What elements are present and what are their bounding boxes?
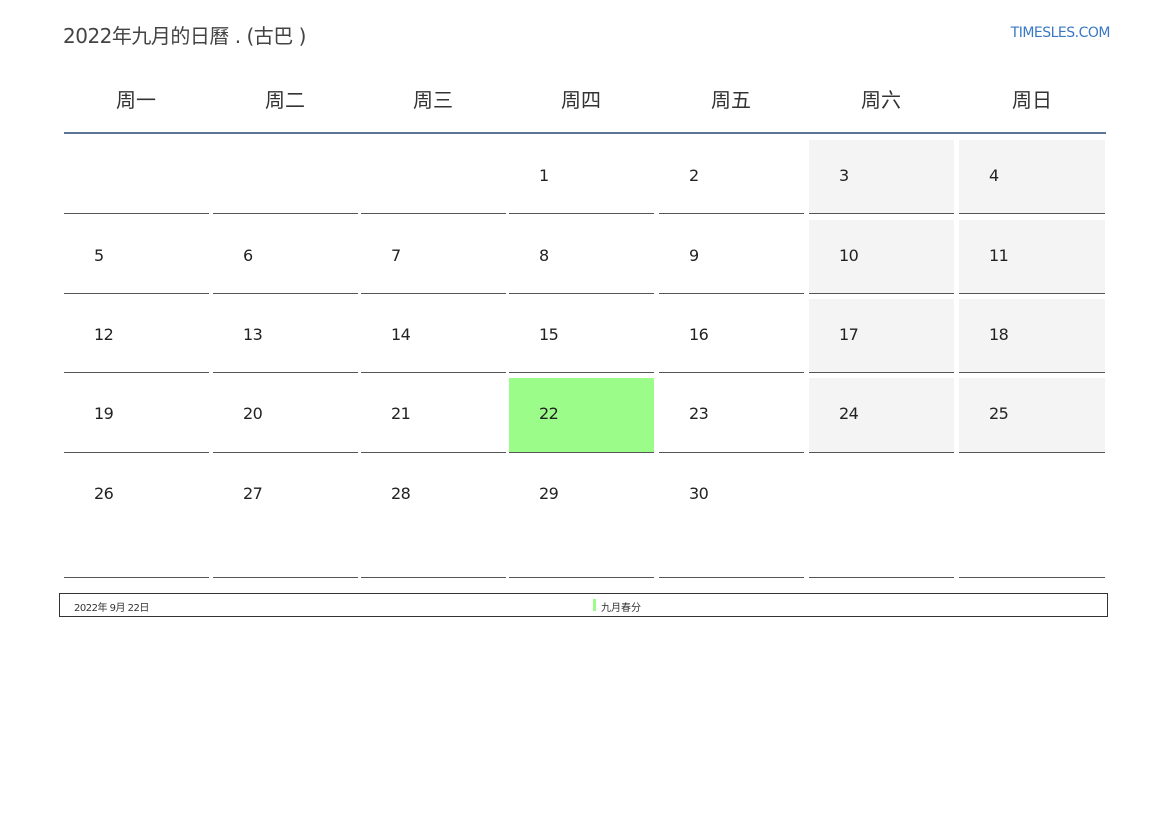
day-number: 21 (391, 404, 411, 423)
day-number: 22 (539, 404, 559, 423)
day-number: 30 (689, 484, 709, 503)
day-number: 13 (243, 325, 263, 344)
site-link[interactable]: TIMESLES.COM (1011, 25, 1111, 41)
day-number: 9 (689, 246, 699, 265)
day-number: 12 (94, 325, 114, 344)
calendar-day: 10 (809, 220, 954, 294)
day-number: 19 (94, 404, 114, 423)
calendar-day: 8 (509, 220, 654, 294)
calendar-day: 12 (64, 299, 209, 373)
weekday-label: 周六 (861, 88, 901, 112)
day-number: 7 (391, 246, 401, 265)
day-number: 18 (989, 325, 1009, 344)
day-number: 17 (839, 325, 859, 344)
calendar-day: 24 (809, 378, 954, 453)
day-number: 1 (539, 166, 549, 185)
calendar-day: 25 (959, 378, 1105, 453)
weekday-header: 周一 周二 周三 周四 周五 周六 周日 (64, 70, 1106, 134)
calendar-day: 9 (659, 220, 804, 294)
day-number: 24 (839, 404, 859, 423)
weekday-label: 周二 (265, 88, 305, 112)
calendar-day: 3 (809, 140, 954, 214)
day-number: 26 (94, 484, 114, 503)
calendar-day: 23 (659, 378, 804, 453)
day-number: 23 (689, 404, 709, 423)
legend-holiday-name: 九月春分 (601, 603, 641, 614)
calendar-day: 16 (659, 299, 804, 373)
calendar-day: 21 (361, 378, 506, 453)
weekday-label: 周一 (116, 88, 156, 112)
calendar-day: 13 (213, 299, 358, 373)
day-number: 15 (539, 325, 559, 344)
calendar-day: 20 (213, 378, 358, 453)
calendar-day: 7 (361, 220, 506, 294)
day-number: 27 (243, 484, 263, 503)
holiday-color-marker (593, 599, 596, 611)
day-number: 16 (689, 325, 709, 344)
calendar-day: 11 (959, 220, 1105, 294)
holiday-legend: 2022年 9月 22日 九月春分 (59, 593, 1108, 617)
day-number: 8 (539, 246, 549, 265)
day-number: 25 (989, 404, 1009, 423)
calendar-day (959, 458, 1105, 578)
day-number: 20 (243, 404, 263, 423)
day-number: 5 (94, 246, 104, 265)
calendar-day (213, 140, 358, 214)
weekday-label: 周日 (1012, 88, 1052, 112)
calendar-day: 28 (361, 458, 506, 578)
day-number: 4 (989, 166, 999, 185)
day-number: 28 (391, 484, 411, 503)
legend-date: 2022年 9月 22日 (74, 603, 149, 614)
calendar-day-holiday: 22 (509, 378, 654, 453)
calendar-day: 29 (509, 458, 654, 578)
day-number: 6 (243, 246, 253, 265)
calendar-day: 19 (64, 378, 209, 453)
calendar-day: 14 (361, 299, 506, 373)
weekday-label: 周三 (413, 88, 453, 112)
calendar-day (64, 140, 209, 214)
calendar-day: 2 (659, 140, 804, 214)
calendar-day: 27 (213, 458, 358, 578)
calendar-day: 5 (64, 220, 209, 294)
day-number: 11 (989, 246, 1009, 265)
calendar-day (809, 458, 954, 578)
calendar-day: 30 (659, 458, 804, 578)
calendar-day (361, 140, 506, 214)
calendar-day: 18 (959, 299, 1105, 373)
day-number: 10 (839, 246, 859, 265)
day-number: 14 (391, 325, 411, 344)
calendar-day: 1 (509, 140, 654, 214)
weekday-label: 周五 (711, 88, 751, 112)
calendar-day: 17 (809, 299, 954, 373)
calendar-day: 15 (509, 299, 654, 373)
page-title: 2022年九月的日曆 . (古巴 ) (63, 24, 306, 48)
day-number: 29 (539, 484, 559, 503)
weekday-label: 周四 (561, 88, 601, 112)
calendar-day: 4 (959, 140, 1105, 214)
day-number: 3 (839, 166, 849, 185)
day-number: 2 (689, 166, 699, 185)
calendar-day: 26 (64, 458, 209, 578)
calendar-day: 6 (213, 220, 358, 294)
